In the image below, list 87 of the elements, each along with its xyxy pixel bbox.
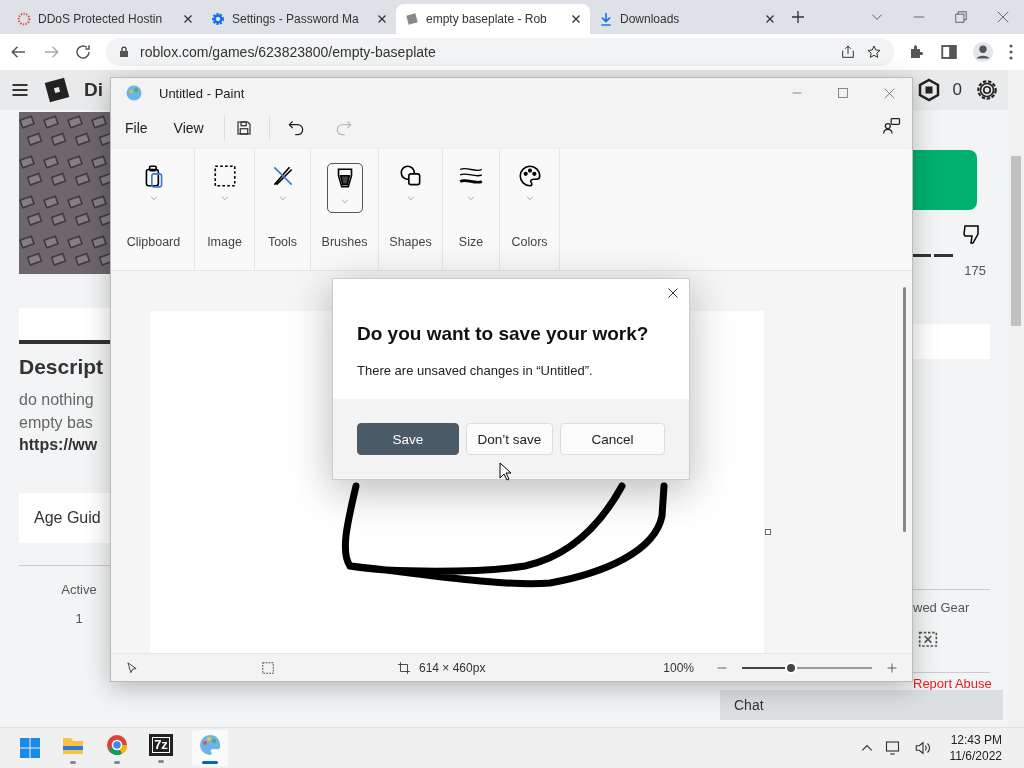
flower-icon	[16, 11, 32, 27]
dialog-button[interactable]: Save	[357, 423, 459, 455]
ribbon-group[interactable]: Colors	[500, 149, 560, 270]
stat-value: 1	[74, 610, 84, 626]
volume-icon[interactable]	[913, 739, 932, 757]
chevron-down-icon	[405, 193, 416, 203]
dialog-button[interactable]: Don’t save	[466, 423, 553, 455]
dialog-message: There are unsaved changes in “Untitled”.	[357, 363, 594, 378]
window-title: Untitled - Paint	[159, 85, 245, 101]
card-title: Age Guid	[34, 508, 101, 527]
star-icon[interactable]	[866, 44, 882, 60]
share-icon[interactable]	[840, 44, 856, 60]
download-icon	[598, 11, 614, 27]
menu-item[interactable]: File	[115, 114, 158, 142]
menu-item[interactable]: View	[163, 114, 214, 142]
new-tab-icon[interactable]	[790, 9, 806, 25]
gear-label: wed Gear	[913, 600, 970, 615]
ribbon-group[interactable]: Clipboard	[113, 149, 195, 270]
ribbon-group[interactable]: Size	[443, 149, 500, 270]
section-heading: Descript	[19, 355, 105, 379]
palette-icon	[197, 732, 223, 757]
canvas-size-icon	[397, 660, 411, 675]
settings-icon[interactable]	[974, 77, 1000, 103]
stat-label: Active	[60, 581, 98, 597]
chat-label: Chat	[734, 697, 764, 713]
browser-tab[interactable]: Downloads	[590, 4, 784, 34]
chevron-down-icon	[339, 196, 350, 206]
pointer-icon	[125, 660, 139, 675]
side-panel-icon[interactable]	[940, 43, 958, 61]
resize-handle[interactable]	[765, 529, 771, 535]
close-icon[interactable]	[570, 13, 582, 25]
chevron-down-icon	[148, 193, 159, 203]
dislike-count: 175	[964, 263, 986, 278]
close-icon[interactable]	[182, 13, 194, 25]
restore-icon[interactable]	[954, 10, 968, 24]
report-link[interactable]: Report Abuse	[913, 676, 992, 691]
canvas-size: 614 × 460px	[419, 660, 486, 675]
zoom-slider-thumb[interactable]	[785, 661, 798, 674]
robux-count: 0	[952, 80, 962, 100]
browser-tab[interactable]: DDoS Protected Hostin	[8, 4, 202, 34]
chrome-icon	[104, 732, 130, 757]
profile-icon[interactable]	[972, 41, 994, 63]
archive-app-icon: 7z	[149, 733, 173, 756]
taskbar-app[interactable]: 7z	[148, 730, 174, 766]
palette-icon	[516, 163, 543, 189]
chevron-down-icon	[466, 193, 476, 203]
zoom-in-icon[interactable]	[886, 661, 898, 674]
maximize-icon[interactable]	[837, 87, 849, 99]
ribbon-group[interactable]: Tools	[255, 149, 311, 270]
start-icon[interactable]	[18, 736, 42, 760]
reload-icon[interactable]	[74, 43, 92, 61]
link[interactable]: https://ww	[19, 434, 110, 457]
settings-icon	[210, 11, 226, 27]
feedback-icon[interactable]	[882, 116, 902, 136]
browser-tab[interactable]: Settings - Password Ma	[202, 4, 396, 34]
selection-icon	[211, 163, 238, 189]
zoom-level: 100%	[663, 660, 694, 675]
close-icon	[667, 287, 679, 299]
chevron-down-icon	[524, 193, 535, 203]
description-text: empty bas	[19, 412, 94, 433]
chevron-down-icon	[277, 193, 288, 203]
paint-app-icon	[125, 84, 143, 102]
scrollbar-thumb[interactable]	[1011, 156, 1021, 326]
save-icon[interactable]	[234, 119, 253, 137]
ribbon-group[interactable]: Brushes	[311, 149, 379, 270]
chevron-down-icon	[219, 193, 230, 203]
chat-bar[interactable]: Chat	[720, 690, 1003, 720]
ribbon-group[interactable]: Shapes	[379, 149, 443, 270]
close-icon[interactable]	[764, 13, 776, 25]
dialog-button[interactable]: Cancel	[560, 423, 665, 455]
scrollbar-thumb[interactable]	[903, 287, 906, 532]
description-text: do nothing	[19, 390, 95, 410]
more-icon[interactable]	[1008, 43, 1014, 61]
tool-toggle[interactable]	[326, 163, 363, 213]
dialog-title: Do you want to save your work?	[357, 323, 650, 345]
vote-bar	[913, 254, 953, 257]
ribbon-group[interactable]: Image	[195, 149, 255, 270]
browser-tab[interactable]: empty baseplate - Rob	[396, 4, 590, 34]
site-title: Di	[84, 79, 103, 101]
close-icon[interactable]	[376, 13, 388, 25]
lock-icon	[118, 45, 130, 59]
taskbar-app[interactable]	[192, 730, 228, 766]
clock[interactable]: 12:43 PM 11/6/2022	[949, 732, 1002, 764]
selection-icon	[261, 660, 275, 675]
address-bar[interactable]: roblox.com/games/623823800/empty-baseplate	[106, 38, 894, 66]
robux-icon[interactable]	[916, 78, 941, 102]
puzzle-icon[interactable]	[908, 43, 926, 61]
